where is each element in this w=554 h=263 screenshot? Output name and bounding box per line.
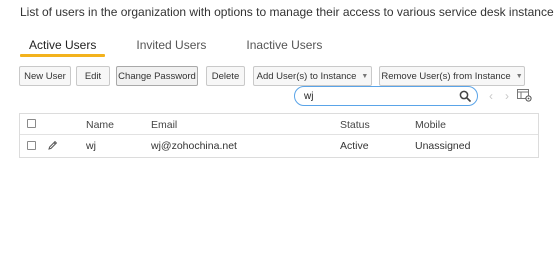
user-name[interactable]: wj xyxy=(86,140,96,152)
add-users-to-instance-button[interactable]: Add User(s) to Instance ▼ xyxy=(253,66,372,86)
table-row[interactable]: wj wj@zohochina.net Active Unassigned xyxy=(20,135,538,157)
user-tabs: Active Users Invited Users Inactive User… xyxy=(20,38,353,58)
column-header-name[interactable]: Name xyxy=(86,119,114,131)
column-settings-icon[interactable] xyxy=(517,89,532,102)
user-search-box xyxy=(294,86,478,106)
dropdown-caret-icon: ▼ xyxy=(515,72,523,80)
table-header: Name Email Status Mobile xyxy=(20,114,538,135)
edit-pencil-icon[interactable] xyxy=(47,140,58,151)
change-password-button[interactable]: Change Password xyxy=(116,66,198,86)
page-description: List of users in the organization with o… xyxy=(20,5,554,19)
delete-button[interactable]: Delete xyxy=(206,66,245,86)
edit-label: Edit xyxy=(84,70,102,82)
edit-button[interactable]: Edit xyxy=(76,66,110,86)
tab-inactive-users[interactable]: Inactive Users xyxy=(237,38,331,57)
delete-label: Delete xyxy=(211,70,240,82)
change-password-label: Change Password xyxy=(118,70,196,82)
tab-invited-users[interactable]: Invited Users xyxy=(127,38,215,57)
next-page-icon[interactable]: › xyxy=(505,89,509,103)
user-status: Active xyxy=(340,140,369,152)
column-header-email[interactable]: Email xyxy=(151,119,177,131)
new-user-label: New User xyxy=(24,70,66,82)
search-input[interactable] xyxy=(304,89,454,103)
user-mobile: Unassigned xyxy=(415,140,471,152)
previous-page-icon[interactable]: ‹ xyxy=(489,89,493,103)
row-checkbox[interactable] xyxy=(27,141,36,150)
tab-active-users[interactable]: Active Users xyxy=(20,38,106,57)
remove-users-from-instance-label: Remove User(s) from Instance xyxy=(381,70,511,82)
dropdown-caret-icon: ▼ xyxy=(361,72,369,80)
new-user-button[interactable]: New User xyxy=(19,66,71,86)
remove-users-from-instance-button[interactable]: Remove User(s) from Instance ▼ xyxy=(379,66,525,86)
column-header-mobile[interactable]: Mobile xyxy=(415,119,446,131)
column-header-status[interactable]: Status xyxy=(340,119,370,131)
users-table: Name Email Status Mobile wj wj@zohochina… xyxy=(19,113,539,158)
user-email: wj@zohochina.net xyxy=(151,140,237,152)
add-users-to-instance-label: Add User(s) to Instance xyxy=(256,70,357,82)
select-all-checkbox[interactable] xyxy=(27,119,36,128)
search-icon[interactable] xyxy=(459,90,471,102)
